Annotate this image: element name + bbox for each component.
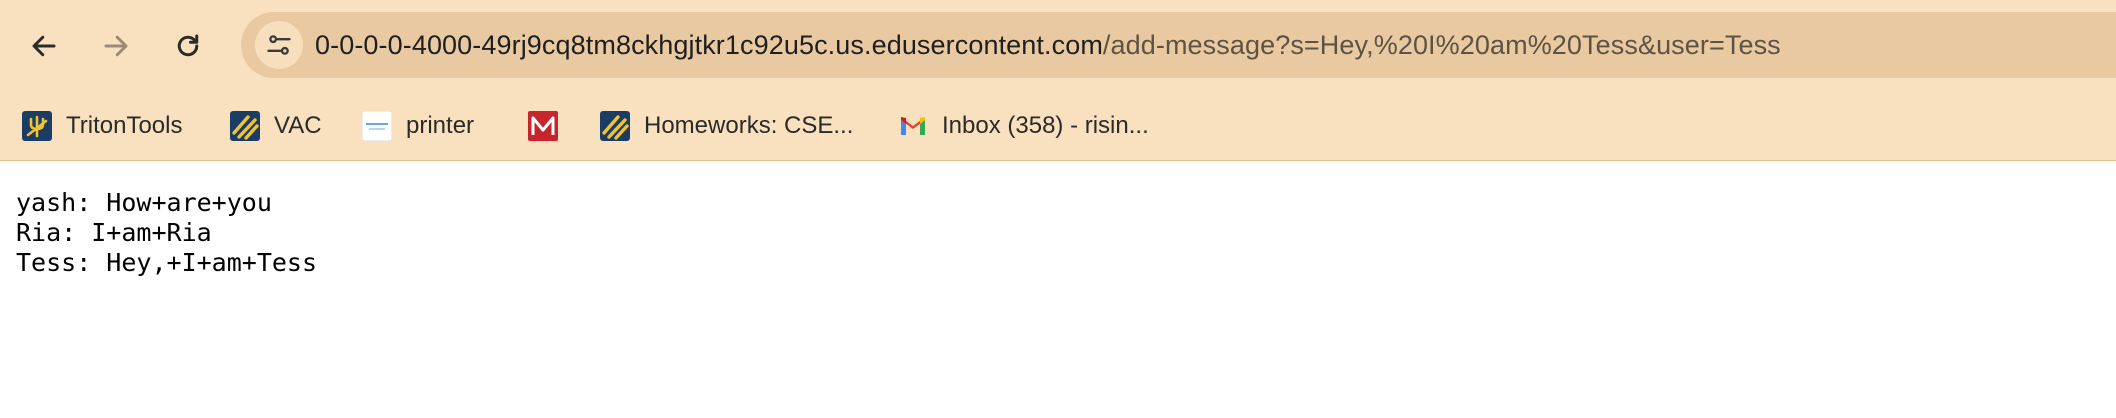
bookmark-mcgraw-hill[interactable] xyxy=(528,108,558,144)
reload-icon xyxy=(177,34,199,57)
site-info-button[interactable] xyxy=(255,21,303,69)
stripes-icon xyxy=(600,111,630,141)
arrow-right-icon xyxy=(104,35,128,57)
browser-toolbar: 0-0-0-0-4000-49rj9cq8tm8ckhgjtkr1c92u5c.… xyxy=(0,0,2116,161)
bookmark-label: Homeworks: CSE... xyxy=(644,112,854,139)
tune-icon xyxy=(267,35,291,55)
bookmark-printer[interactable]: printer xyxy=(362,108,474,144)
bookmark-label: VAC xyxy=(274,112,322,139)
arrow-left-icon xyxy=(32,35,56,57)
reload-button[interactable] xyxy=(162,20,214,72)
url-text[interactable]: 0-0-0-0-4000-49rj9cq8tm8ckhgjtkr1c92u5c.… xyxy=(315,28,1781,62)
url-path: /add-message?s=Hey,%20I%20am%20Tess&user… xyxy=(1102,30,1781,60)
mcgraw-hill-icon xyxy=(528,111,558,141)
bookmark-vac[interactable]: VAC xyxy=(230,108,322,144)
page-content: yash: How+are+you Ria: I+am+Ria Tess: He… xyxy=(16,188,317,278)
bookmark-label: Inbox (358) - risin... xyxy=(942,112,1149,139)
bookmark-label: printer xyxy=(406,112,475,139)
message-line: Tess: Hey,+I+am+Tess xyxy=(16,248,318,277)
bookmark-homeworks[interactable]: Homeworks: CSE... xyxy=(600,108,853,144)
stripes-icon xyxy=(230,111,260,141)
bookmarks-bar: TritonTools VAC printer Homeworks: CSE..… xyxy=(0,100,2116,152)
bookmark-tritontools[interactable]: TritonTools xyxy=(22,108,182,144)
back-button[interactable] xyxy=(18,20,70,72)
bookmark-inbox[interactable]: Inbox (358) - risin... xyxy=(898,108,1149,144)
wifi-print-icon xyxy=(362,111,392,141)
address-bar[interactable]: 0-0-0-0-4000-49rj9cq8tm8ckhgjtkr1c92u5c.… xyxy=(241,12,2116,78)
url-host: 0-0-0-0-4000-49rj9cq8tm8ckhgjtkr1c92u5c.… xyxy=(315,30,1103,60)
message-line: Ria: I+am+Ria xyxy=(16,218,212,247)
forward-button[interactable] xyxy=(90,20,142,72)
gmail-icon xyxy=(898,111,928,141)
bookmark-label: TritonTools xyxy=(66,112,183,139)
message-line: yash: How+are+you xyxy=(16,188,272,217)
trident-icon xyxy=(22,111,52,141)
